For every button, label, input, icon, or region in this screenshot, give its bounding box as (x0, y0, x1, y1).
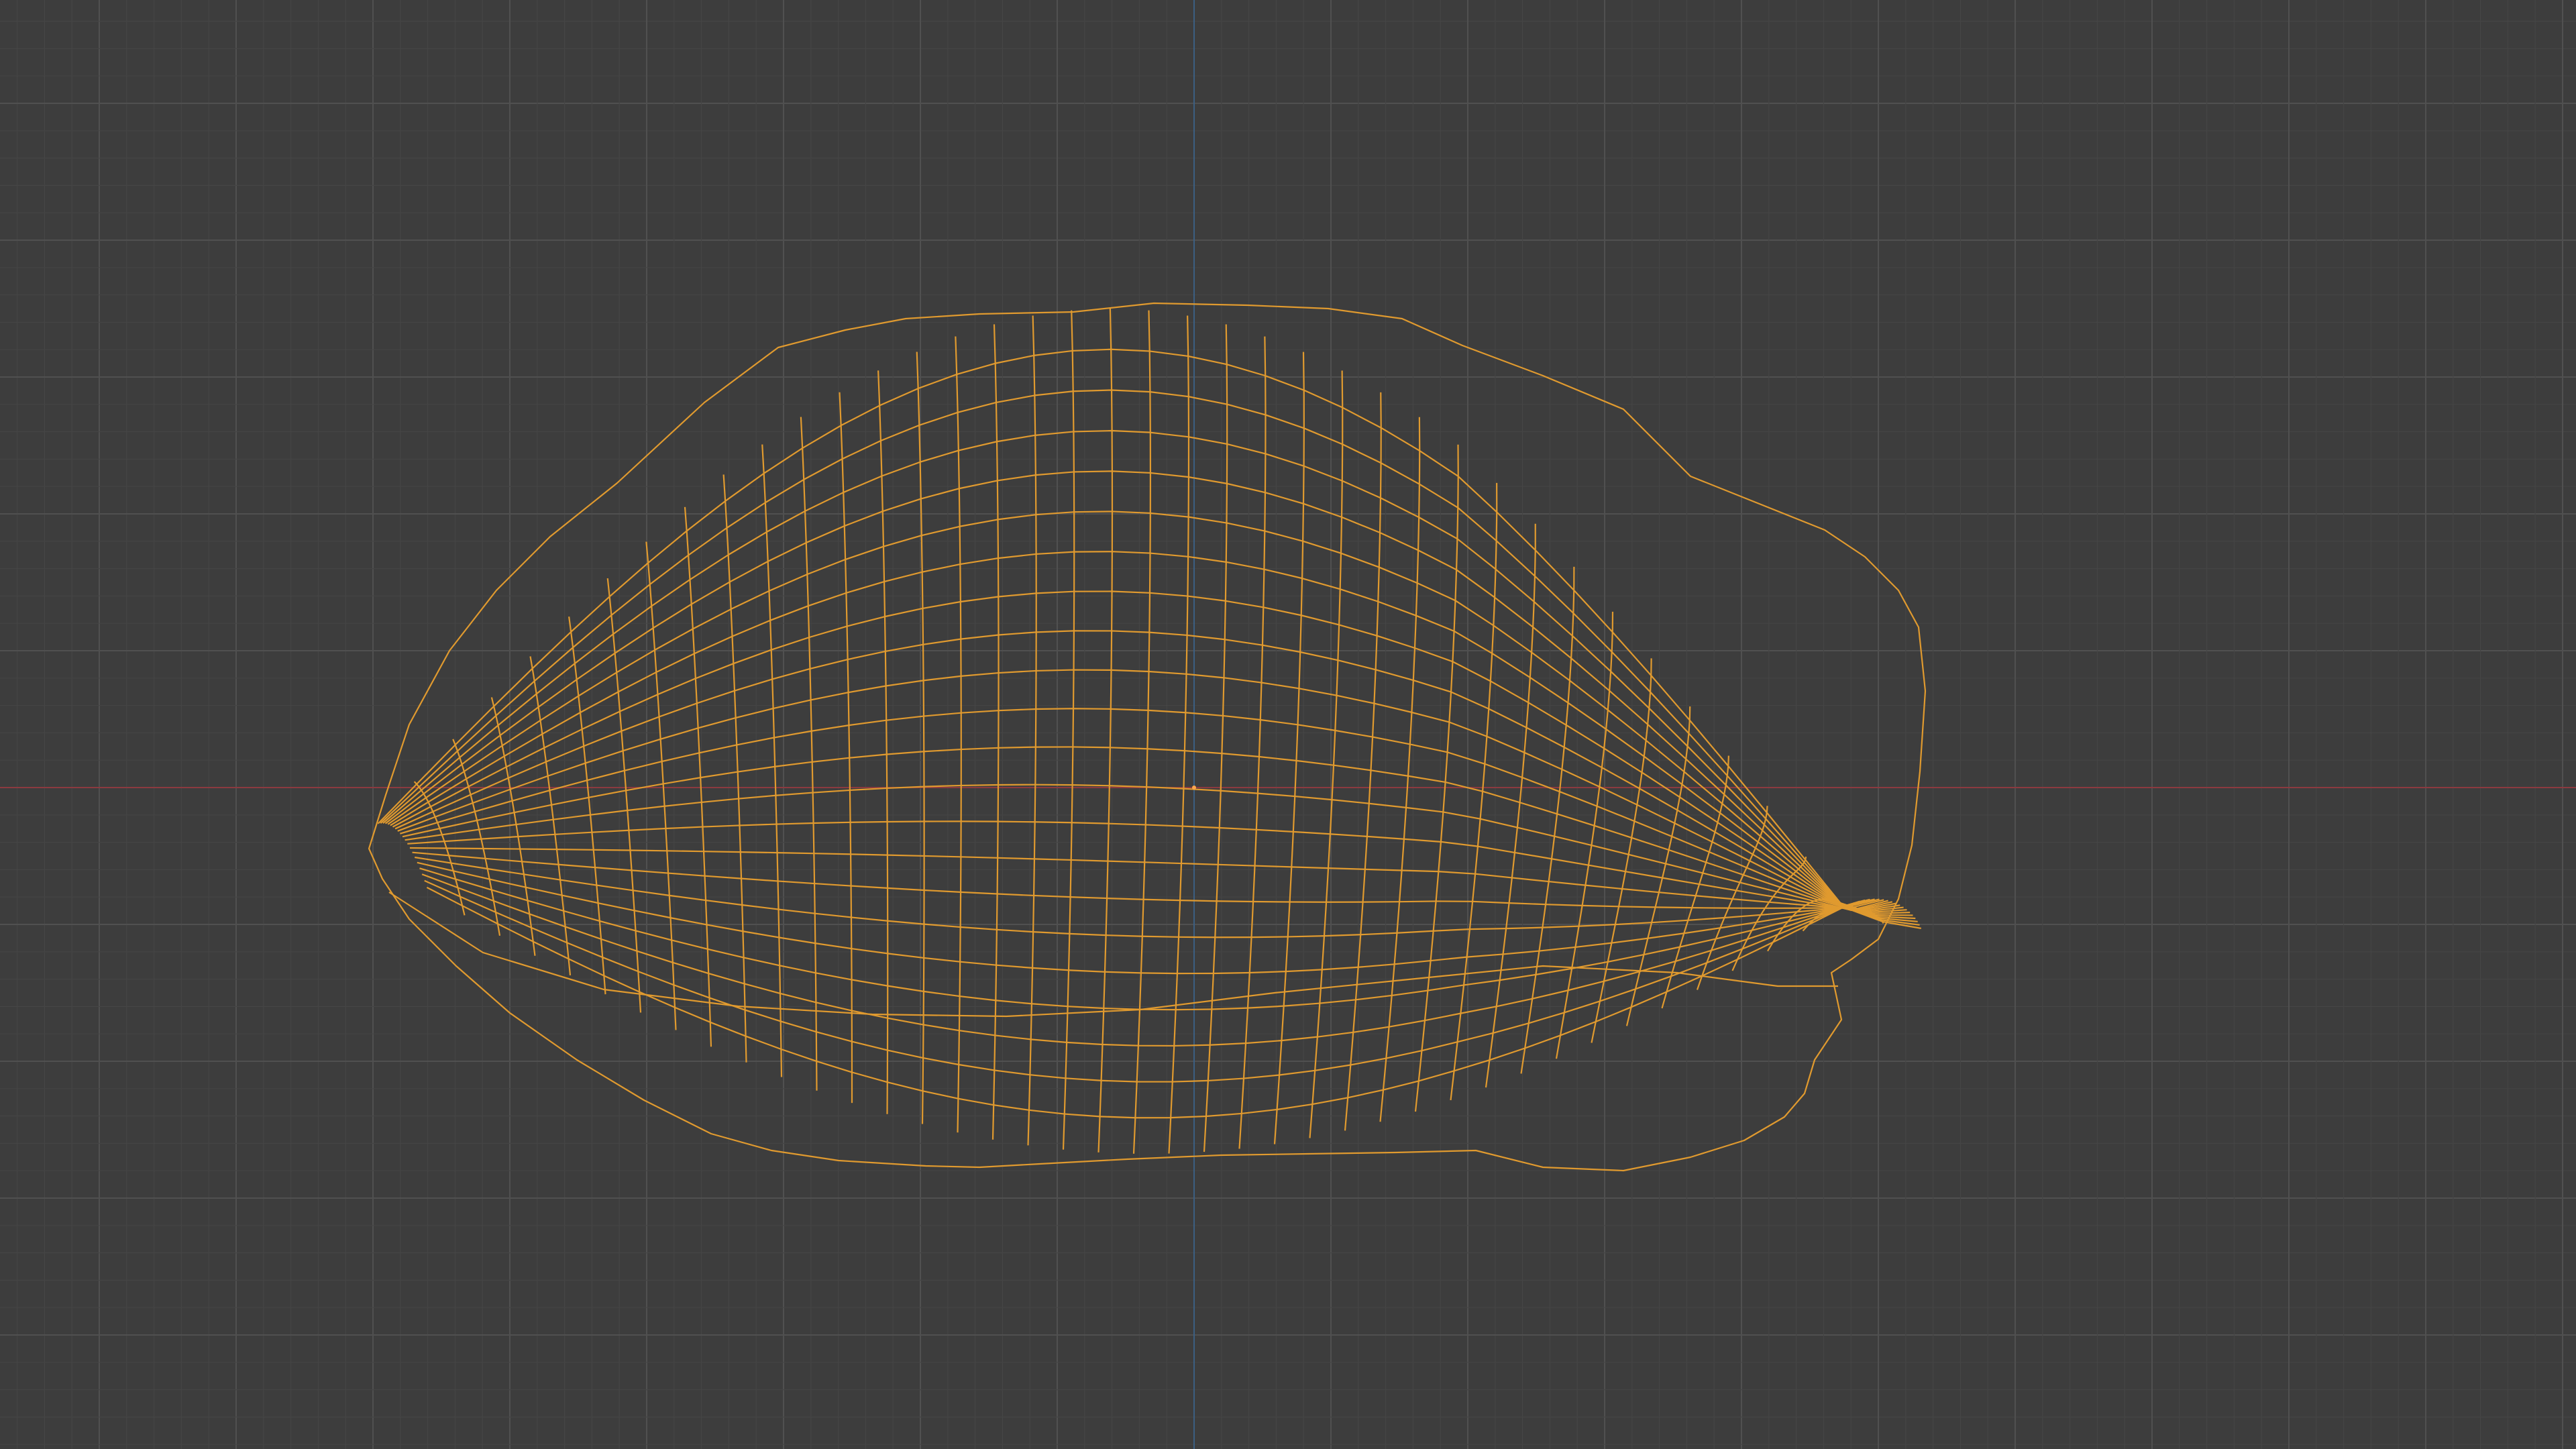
floor-grid (0, 0, 2576, 1449)
mesh-edge-loop (1520, 566, 1575, 1074)
mesh-edge-loop (1379, 417, 1421, 1122)
mesh-edge-loop (1027, 315, 1037, 1146)
mesh-crease (388, 892, 1838, 1018)
mesh-edge-loop (1203, 324, 1228, 1152)
object-origin-icon[interactable] (1192, 786, 1196, 790)
mesh-edge-loop (877, 370, 889, 1114)
mesh-edge-loop (452, 739, 501, 936)
mesh-edge-loop (1309, 370, 1344, 1138)
3d-viewport[interactable] (0, 0, 2576, 1449)
mesh-edge-loop (1097, 308, 1114, 1152)
mesh-edge-loop (1344, 392, 1382, 1131)
mesh-edge-loop (800, 417, 818, 1091)
mesh-edge-loop (991, 324, 1000, 1140)
mesh-edge-loop (955, 336, 962, 1133)
viewport-canvas[interactable] (0, 0, 2576, 1449)
mesh-wireframe[interactable] (368, 302, 1927, 1172)
mesh-edge-loop (568, 616, 606, 995)
mesh-edge-loop (1062, 310, 1075, 1150)
mesh-edge-loop (1132, 310, 1152, 1154)
mesh-edge-loop (761, 444, 783, 1077)
mesh-edge-loop (1591, 658, 1652, 1043)
mesh-edge-loop (839, 392, 853, 1104)
mesh-edge-loop (1238, 336, 1267, 1149)
mesh-edge-loop (1168, 315, 1190, 1154)
mesh-edge-loop (722, 474, 747, 1063)
mesh-edge-loop (1273, 352, 1305, 1144)
